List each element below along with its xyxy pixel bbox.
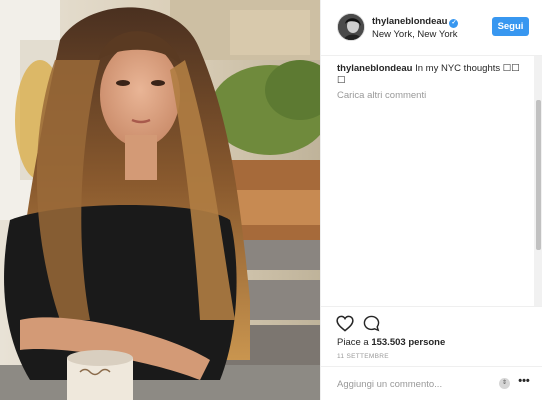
likes-prefix: Piace a	[337, 337, 369, 348]
heart-icon[interactable]	[336, 315, 354, 332]
load-more-comments-link[interactable]: Carica altri commenti	[337, 90, 426, 99]
add-comment-section: ⇕ •••	[321, 366, 542, 400]
caption-username[interactable]: thylaneblondeau	[337, 63, 412, 74]
more-options-icon[interactable]: •••	[516, 376, 532, 390]
post-side-panel: thylaneblondeau ✓ New York, New York Segu…	[320, 0, 542, 400]
updown-icon[interactable]: ⇕	[499, 378, 510, 389]
post-actions: Piace a 153.503 persone 11 SETTEMBRE	[321, 306, 542, 366]
location-link[interactable]: New York, New York	[372, 29, 458, 40]
avatar-image	[338, 14, 364, 40]
post-photo[interactable]	[0, 0, 320, 400]
likes-count[interactable]: Piace a 153.503 persone	[337, 337, 445, 348]
comment-icon[interactable]	[363, 315, 380, 332]
username-text: thylaneblondeau	[372, 16, 448, 27]
post-header: thylaneblondeau ✓ New York, New York Segu…	[321, 0, 542, 56]
post-date: 11 SETTEMBRE	[337, 353, 389, 360]
comment-input[interactable]	[337, 376, 487, 392]
avatar[interactable]	[337, 13, 365, 41]
comments-scrollbar[interactable]	[534, 56, 542, 306]
post-photo-image	[0, 0, 320, 400]
scrollbar-thumb[interactable]	[536, 100, 541, 250]
verified-badge-icon: ✓	[449, 19, 459, 28]
likes-number: 153.503	[371, 337, 406, 348]
username-link[interactable]: thylaneblondeau ✓	[372, 16, 459, 28]
follow-button[interactable]: Segui	[492, 17, 529, 36]
caption: thylaneblondeau In my NYC thoughts ☐☐ ☐	[337, 63, 529, 87]
likes-suffix: persone	[408, 337, 446, 348]
